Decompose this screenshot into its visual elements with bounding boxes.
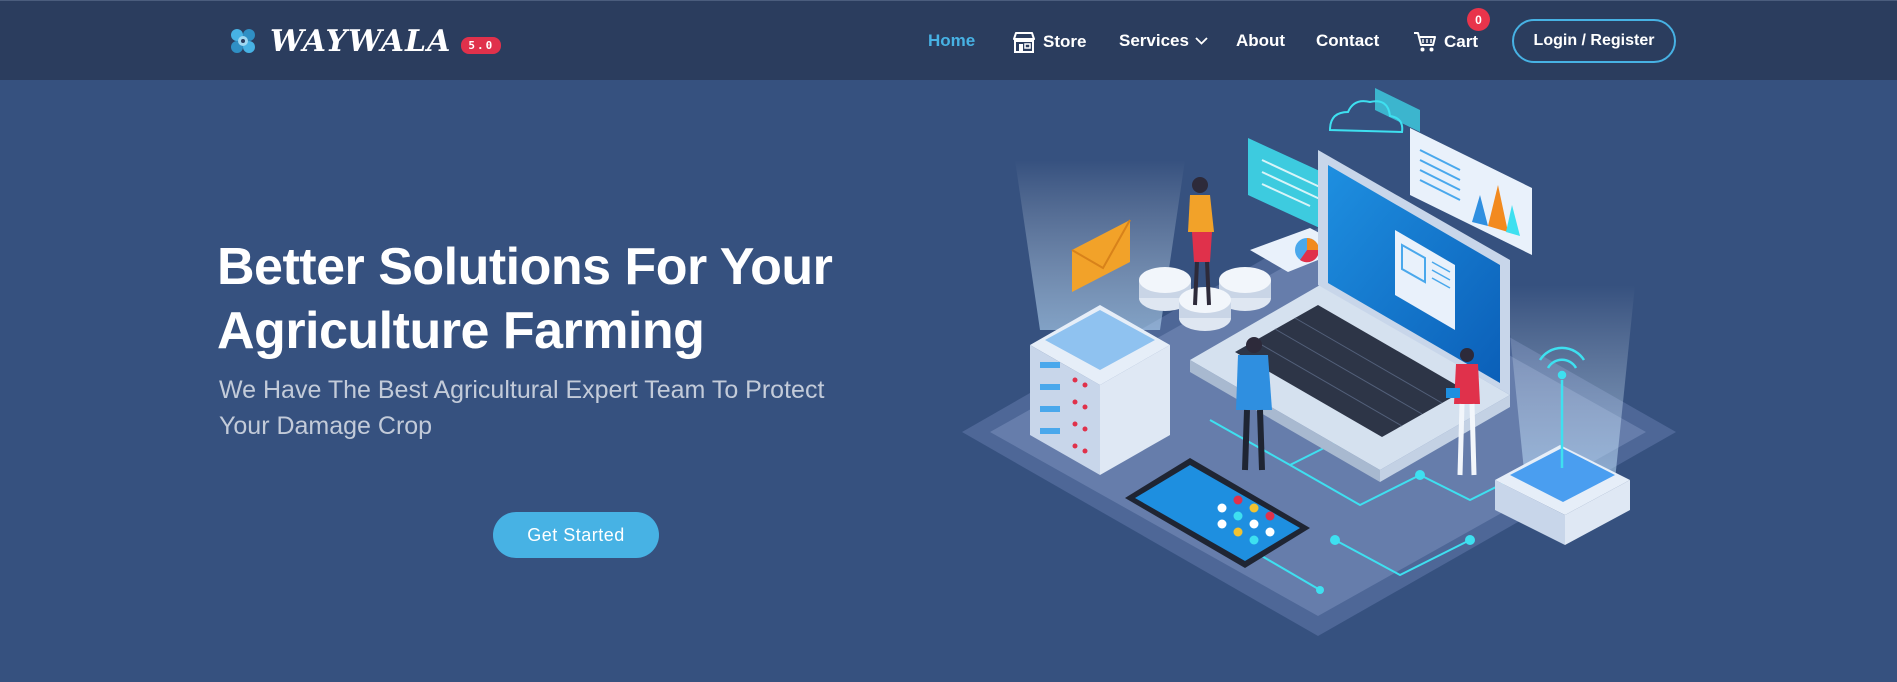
nav-about-label: About (1236, 31, 1286, 50)
nav-contact[interactable]: Contact (1316, 31, 1379, 51)
nav-cart[interactable]: Cart (1413, 31, 1478, 53)
nav-services[interactable]: Services (1119, 31, 1208, 51)
nav-cart-label: Cart (1444, 32, 1479, 51)
nav-services-label: Services (1119, 31, 1189, 50)
hero-title: Better Solutions For Your Agriculture Fa… (217, 235, 937, 363)
brand[interactable]: WAYWALA 5.0 (226, 21, 502, 61)
cart-count-badge: 0 (1467, 8, 1490, 31)
hero-subtitle-line2: Your Damage Crop (219, 412, 433, 440)
navbar: WAYWALA 5.0 Home Store Services About Co… (0, 0, 1897, 80)
get-started-button[interactable]: Get Started (493, 512, 659, 558)
nav-store-label: Store (1043, 32, 1087, 51)
hero-illustration (962, 88, 1676, 636)
nav-home-label: Home (928, 31, 976, 50)
store-icon (1013, 32, 1035, 53)
nav-store[interactable]: Store (1012, 31, 1086, 53)
cart-icon (1414, 32, 1436, 52)
nav-about[interactable]: About (1236, 31, 1285, 51)
brand-name: WAYWALA (270, 23, 452, 59)
hero-subtitle: We Have The Best Agricultural Expert Tea… (219, 372, 919, 444)
chevron-down-icon (1195, 37, 1208, 45)
nav-home[interactable]: Home (928, 31, 975, 51)
hero-subtitle-line1: We Have The Best Agricultural Expert Tea… (219, 376, 825, 404)
gear-cluster-icon (231, 29, 255, 53)
nav-contact-label: Contact (1316, 31, 1380, 50)
version-badge: 5.0 (461, 36, 502, 54)
hero-title-line1: Better Solutions For Your (217, 238, 833, 296)
login-register-button[interactable]: Login / Register (1512, 19, 1676, 63)
hero-title-line2: Agriculture Farming (217, 302, 705, 360)
